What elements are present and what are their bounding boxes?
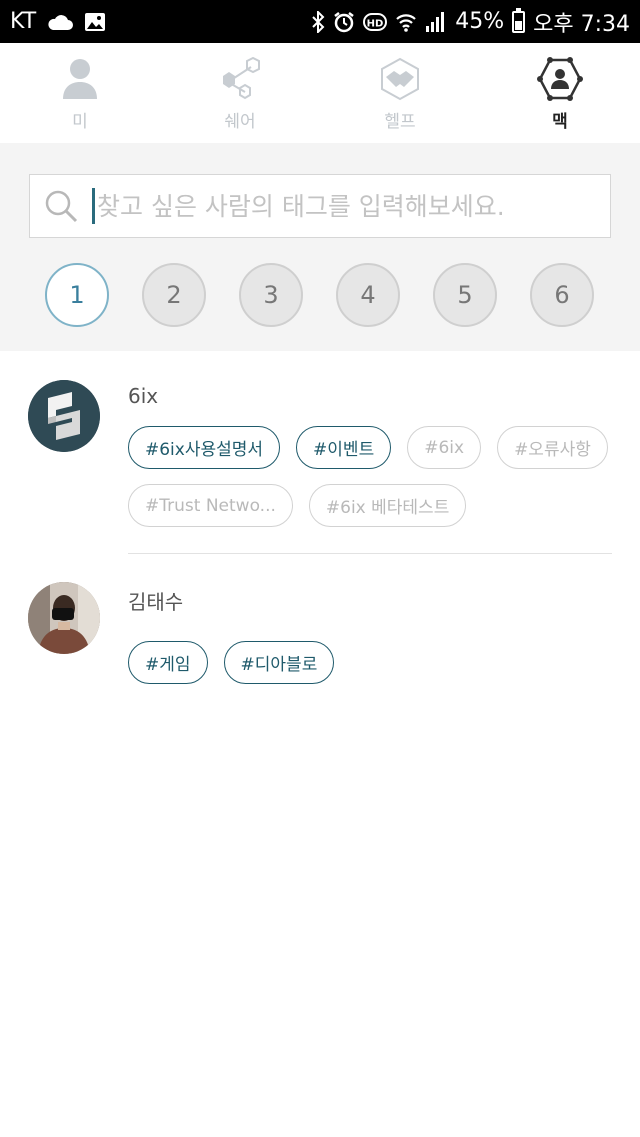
- avatar[interactable]: [28, 380, 100, 452]
- page-button-1[interactable]: 1: [45, 263, 109, 327]
- tab-share-label: 쉐어: [224, 112, 256, 132]
- search-input[interactable]: [97, 191, 577, 221]
- tag[interactable]: #6ix 베타테스트: [308, 484, 467, 527]
- battery-percent: 45%: [455, 9, 505, 34]
- search-icon: [45, 190, 78, 223]
- svg-text:HD: HD: [367, 18, 384, 29]
- tag[interactable]: #6ix: [407, 426, 482, 469]
- top-nav: 미 쉐어 헬프 맥: [0, 43, 640, 143]
- page-button-4[interactable]: 4: [336, 263, 400, 327]
- bluetooth-icon: [311, 10, 325, 33]
- tab-mac-label: 맥: [552, 112, 568, 132]
- avatar[interactable]: [28, 582, 100, 654]
- status-left: KT: [10, 9, 106, 34]
- page-button-5[interactable]: 5: [433, 263, 497, 327]
- photo-avatar: [28, 582, 100, 654]
- tag[interactable]: #이벤트: [296, 426, 392, 469]
- tab-share[interactable]: 쉐어: [160, 43, 320, 143]
- status-bar: KT HD 45% 오후 7:34: [0, 0, 640, 43]
- tag[interactable]: #디아블로: [223, 641, 335, 684]
- battery-icon: [512, 7, 526, 33]
- tag-list: #게임 #디아블로: [128, 641, 618, 684]
- tab-help-label: 헬프: [384, 112, 416, 132]
- carrier-label: KT: [10, 9, 37, 34]
- image-icon: [84, 12, 106, 32]
- status-right: HD 45% 오후 7:34: [311, 6, 630, 38]
- person-icon: [63, 59, 97, 99]
- tab-help[interactable]: 헬프: [320, 43, 480, 143]
- tag-list: #6ix사용설명서 #이벤트 #6ix #오류사항 #Trust Netwo..…: [128, 426, 618, 527]
- alarm-icon: [333, 11, 355, 33]
- page-button-2[interactable]: 2: [142, 263, 206, 327]
- person-name: 김태수: [128, 590, 184, 614]
- hd-icon: HD: [363, 12, 388, 32]
- tab-me[interactable]: 미: [0, 43, 160, 143]
- list-item[interactable]: 김태수 #게임 #디아블로: [0, 553, 640, 713]
- person-name: 6ix: [128, 384, 159, 408]
- 6ix-logo-avatar: [28, 380, 100, 452]
- page-selector: 1 2 3 4 5 6: [45, 263, 594, 327]
- share-icon: [223, 57, 260, 100]
- search-box[interactable]: [29, 174, 611, 238]
- tag[interactable]: #게임: [128, 641, 208, 684]
- cloud-icon: [46, 12, 74, 32]
- wifi-icon: [395, 11, 417, 33]
- signal-icon: [425, 11, 447, 33]
- page-button-6[interactable]: 6: [530, 263, 594, 327]
- tag[interactable]: #Trust Netwo...: [128, 484, 293, 527]
- page-button-3[interactable]: 3: [239, 263, 303, 327]
- handshake-icon: [381, 57, 419, 101]
- tag[interactable]: #오류사항: [497, 426, 608, 469]
- search-section: 1 2 3 4 5 6: [0, 143, 640, 351]
- tab-mac[interactable]: 맥: [480, 43, 640, 143]
- list-item[interactable]: 6ix #6ix사용설명서 #이벤트 #6ix #오류사항 #Trust Net…: [0, 351, 640, 554]
- tag[interactable]: #6ix사용설명서: [128, 426, 281, 469]
- tab-me-label: 미: [72, 112, 88, 132]
- text-cursor: [92, 188, 95, 224]
- network-person-icon: [537, 57, 583, 101]
- people-list: 6ix #6ix사용설명서 #이벤트 #6ix #오류사항 #Trust Net…: [0, 351, 640, 713]
- clock: 오후 7:34: [533, 11, 630, 37]
